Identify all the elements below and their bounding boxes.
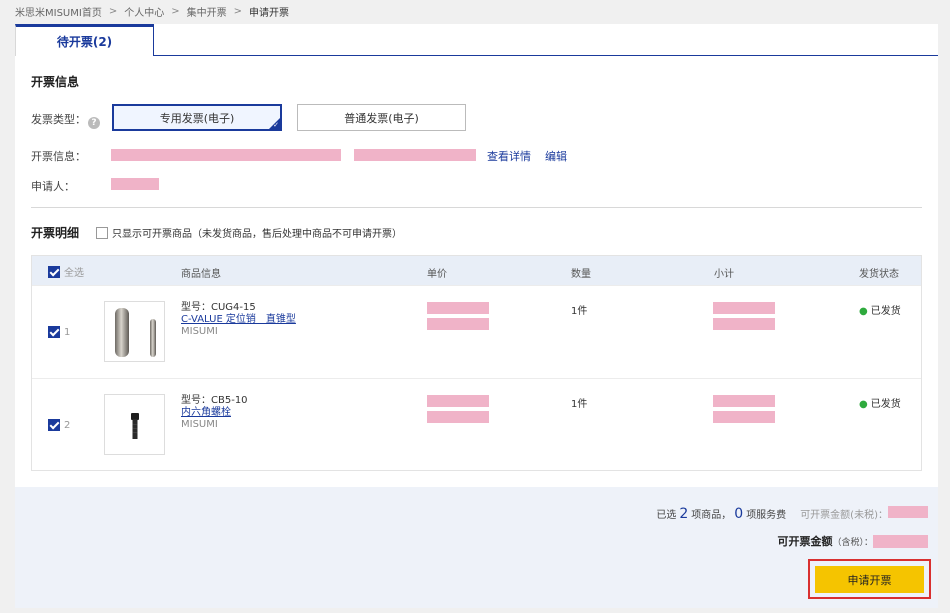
row-checkbox[interactable] [48, 326, 60, 338]
redacted-unit-price [427, 302, 489, 314]
row-checkbox[interactable] [48, 419, 60, 431]
table-row: 1 型号：CUG4-15 C-VALUE 定位销 直锥型 MISUMI 1件 ●… [32, 285, 921, 378]
redacted-tax-id [354, 149, 476, 161]
row-quantity: 1件 [571, 306, 588, 317]
applicant-label: 申请人： [31, 180, 75, 193]
breadcrumb-personal-center[interactable]: 个人中心 [124, 4, 164, 19]
ship-status: ● 已发货 [859, 395, 901, 410]
main-panel: 待开票(2) 开票信息 发票类型：? 专用发票(电子) ✓ 普通发票(电子) 开… [15, 24, 938, 608]
row-index: 1 [64, 326, 71, 338]
redacted-subtotal [713, 395, 775, 407]
breadcrumb: 米思米MISUMI首页 > 个人中心 > 集中开票 > 申请开票 [15, 4, 289, 19]
invoiceable-filter[interactable]: 只显示可开票商品（未发货商品，售后处理中商品不可申请开票） [96, 225, 402, 240]
redacted-unit-price [427, 395, 489, 407]
col-unit-price: 单价 [427, 269, 447, 280]
product-name-link[interactable]: 内六角螺栓 [181, 407, 248, 419]
breadcrumb-separator: > [171, 5, 180, 17]
select-all[interactable]: 全选 [48, 264, 84, 279]
col-subtotal: 小计 [714, 269, 734, 280]
col-quantity: 数量 [571, 269, 591, 280]
tab-bar: 待开票(2) [15, 24, 938, 58]
redacted-subtotal [713, 302, 775, 314]
redacted-applicant-name [111, 178, 159, 190]
product-brand: MISUMI [181, 419, 218, 430]
redacted-company-name [111, 149, 341, 161]
redacted-subtotal-tax [713, 318, 775, 330]
total-label: 可开票金额 [777, 535, 833, 548]
special-invoice-label: 专用发票(电子) [159, 111, 235, 125]
tax-note: （含税）： [832, 537, 873, 548]
select-all-label: 全选 [64, 268, 84, 279]
product-image[interactable] [104, 301, 165, 362]
edit-link[interactable]: 编辑 [545, 148, 567, 164]
breadcrumb-bulk-invoice[interactable]: 集中开票 [187, 4, 227, 19]
selection-summary: 已选 2 项商品， 0 项服务费 可开票金额(未税)： [656, 506, 928, 522]
invoice-info-title: 开票信息 [31, 75, 80, 89]
invoice-type-label-text: 发票类型： [31, 113, 86, 126]
pre-tax-label: 可开票金额(未税)： [800, 510, 888, 521]
table-row: 2 型号：CB5-10 内六角螺栓 MISUMI 1件 ● 已发货 [32, 378, 921, 471]
row-select[interactable]: 1 [48, 326, 70, 338]
selected-prefix: 已选 [656, 510, 677, 521]
help-icon[interactable]: ? [88, 117, 100, 129]
redacted-subtotal-tax [713, 411, 775, 423]
breadcrumb-home[interactable]: 米思米MISUMI首页 [15, 4, 102, 19]
normal-invoice-label: 普通发票(电子) [344, 111, 419, 125]
apply-invoice-button[interactable]: 申请开票 [815, 566, 924, 593]
special-invoice-button[interactable]: 专用发票(电子) ✓ [112, 104, 282, 131]
ship-status-text: 已发货 [870, 306, 901, 317]
invoice-info-label: 开票信息： [31, 150, 86, 163]
breadcrumb-current: 申请开票 [249, 7, 289, 19]
dowel-pin-icon [115, 308, 156, 357]
filter-label: 只显示可开票商品（未发货商品，售后处理中商品不可申请开票） [112, 229, 402, 240]
product-image[interactable] [104, 394, 165, 455]
tab-pending-invoice[interactable]: 待开票(2) [15, 24, 154, 58]
invoice-items-table: 全选 商品信息 单价 数量 小计 发货状态 1 型号：CUG4-15 C-VAL… [31, 255, 922, 471]
product-model: 型号：CUG4-15 [181, 302, 256, 313]
invoice-type-label: 发票类型：? [31, 111, 100, 129]
row-index: 2 [64, 419, 71, 431]
redacted-total-amount [873, 534, 928, 548]
invoice-details-title: 开票明细 [31, 226, 80, 240]
status-dot-icon: ● [859, 399, 868, 410]
hex-bolt-icon [131, 413, 139, 439]
ship-status-text: 已发货 [870, 399, 901, 410]
product-name-link[interactable]: C-VALUE 定位销 直锥型 [181, 314, 296, 326]
breadcrumb-separator: > [233, 5, 242, 17]
service-count: 0 [734, 506, 744, 522]
items-suffix: 项商品， [691, 510, 732, 521]
col-product-info: 商品信息 [181, 269, 221, 280]
row-select[interactable]: 2 [48, 419, 70, 431]
ship-status: ● 已发货 [859, 302, 901, 317]
check-icon: ✓ [273, 121, 279, 129]
row-quantity: 1件 [571, 399, 588, 410]
filter-checkbox[interactable] [96, 226, 108, 239]
redacted-unit-price-tax [427, 318, 489, 330]
total-summary: 可开票金额 （含税）： [777, 533, 928, 549]
view-details-link[interactable]: 查看详情 [487, 148, 531, 164]
breadcrumb-separator: > [108, 5, 118, 17]
product-model: 型号：CB5-10 [181, 395, 248, 406]
product-brand: MISUMI [181, 326, 218, 337]
product-info: 型号：CUG4-15 C-VALUE 定位销 直锥型 MISUMI [181, 302, 296, 338]
table-header: 全选 商品信息 单价 数量 小计 发货状态 [32, 256, 921, 285]
summary-area: 已选 2 项商品， 0 项服务费 可开票金额(未税)： 可开票金额 （含税）： [15, 487, 938, 608]
normal-invoice-button[interactable]: 普通发票(电子) [297, 104, 466, 131]
redacted-pre-tax-amount [888, 506, 928, 518]
status-dot-icon: ● [859, 306, 868, 317]
select-all-checkbox[interactable] [48, 265, 60, 278]
section-divider [31, 207, 922, 208]
selected-count: 2 [679, 506, 689, 522]
redacted-unit-price-tax [427, 411, 489, 423]
service-suffix: 项服务费 [746, 510, 787, 521]
col-ship-status: 发货状态 [859, 269, 899, 280]
product-info: 型号：CB5-10 内六角螺栓 MISUMI [181, 395, 248, 431]
